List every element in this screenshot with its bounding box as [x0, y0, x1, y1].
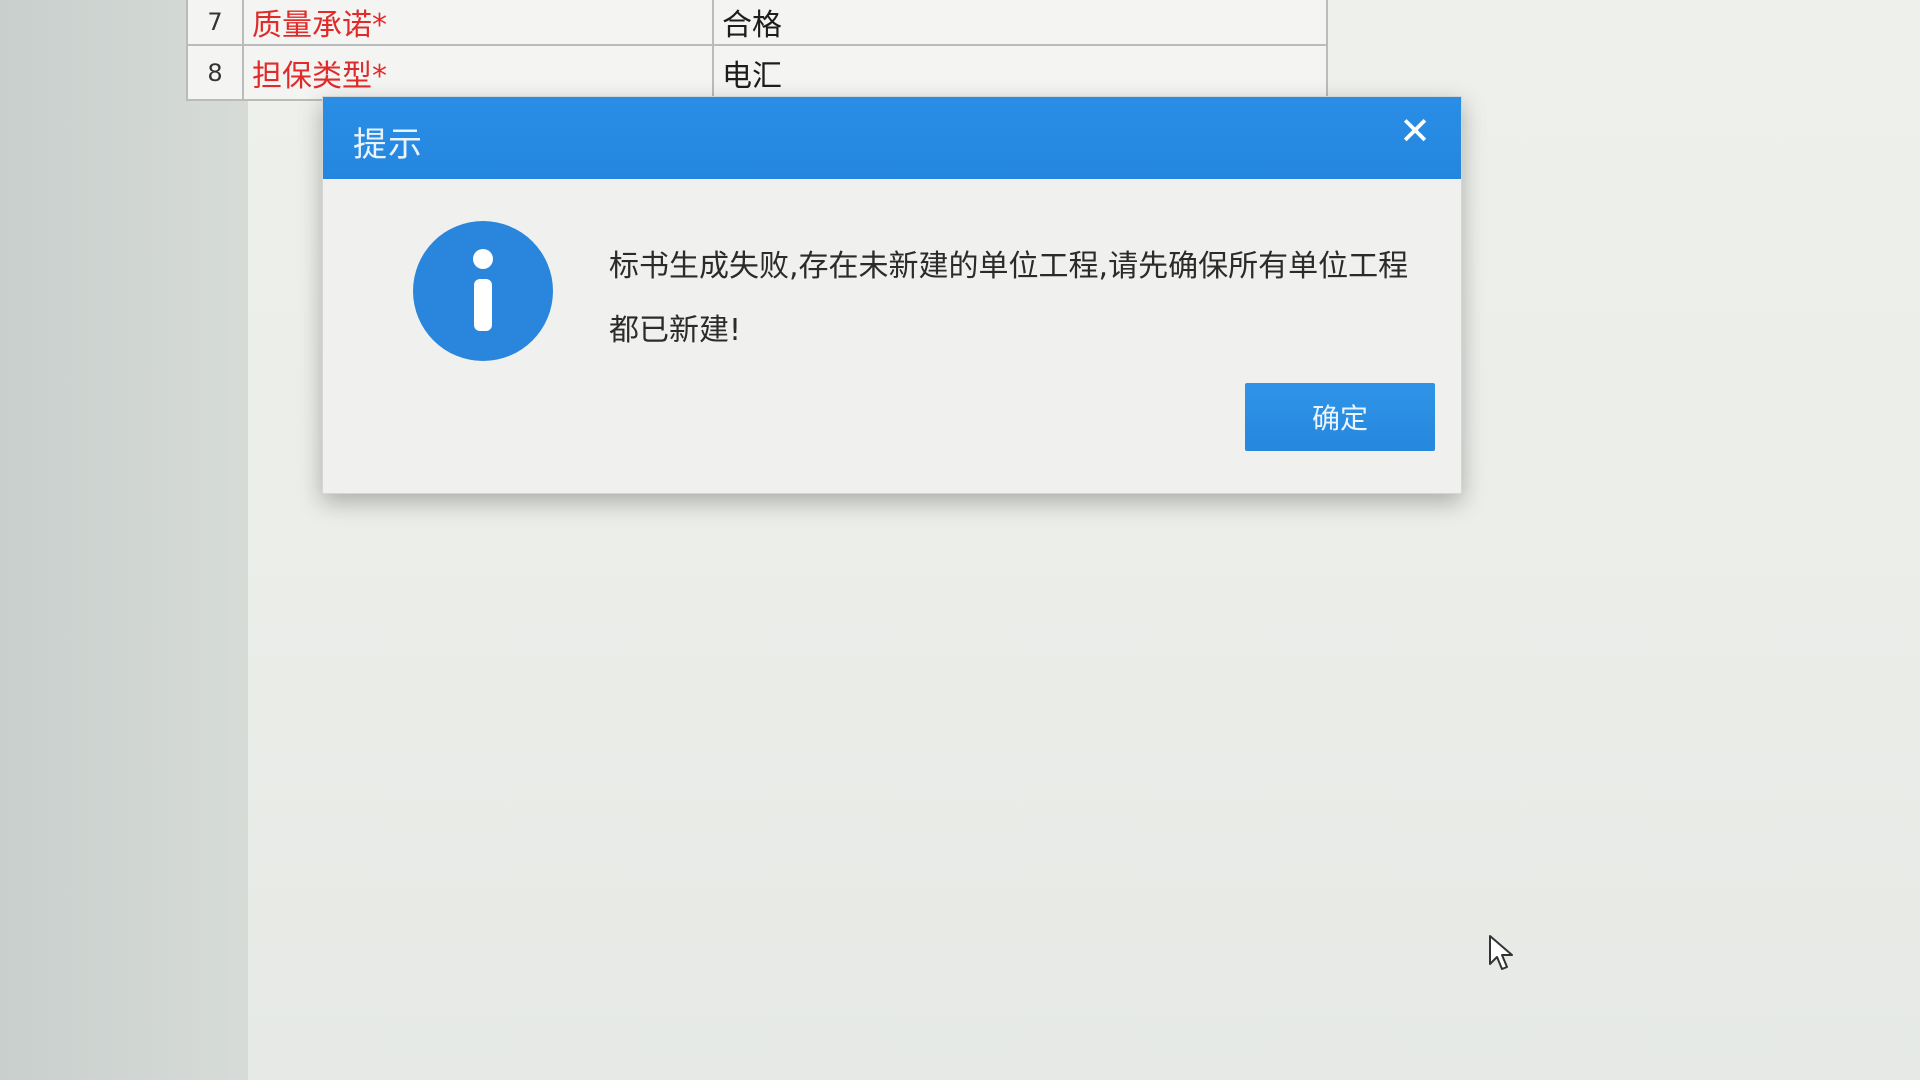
dialog-header: 提示 ✕ [323, 97, 1461, 179]
row-number: 8 [186, 44, 244, 101]
form-table: 7 质量承诺* 合格 8 担保类型* 电汇 [186, 0, 1328, 101]
field-value-guarantee-type[interactable]: 电汇 [712, 44, 1328, 101]
info-icon [413, 221, 553, 361]
confirm-button[interactable]: 确定 [1245, 383, 1435, 451]
field-label-guarantee-type: 担保类型* [242, 44, 714, 101]
field-label-quality-commitment: 质量承诺* [242, 0, 714, 46]
row-number: 7 [186, 0, 244, 46]
close-icon[interactable]: ✕ [1395, 111, 1435, 151]
table-row: 7 质量承诺* 合格 [186, 0, 1328, 46]
dialog-title: 提示 [353, 125, 423, 165]
table-row: 8 担保类型* 电汇 [186, 44, 1328, 101]
mouse-pointer-icon [1489, 935, 1513, 970]
alert-dialog: 提示 ✕ 标书生成失败,存在未新建的单位工程,请先确保所有单位工程都已新建! 确… [322, 96, 1462, 494]
dialog-message: 标书生成失败,存在未新建的单位工程,请先确保所有单位工程都已新建! [609, 249, 1409, 348]
field-value-quality-commitment[interactable]: 合格 [712, 0, 1328, 46]
